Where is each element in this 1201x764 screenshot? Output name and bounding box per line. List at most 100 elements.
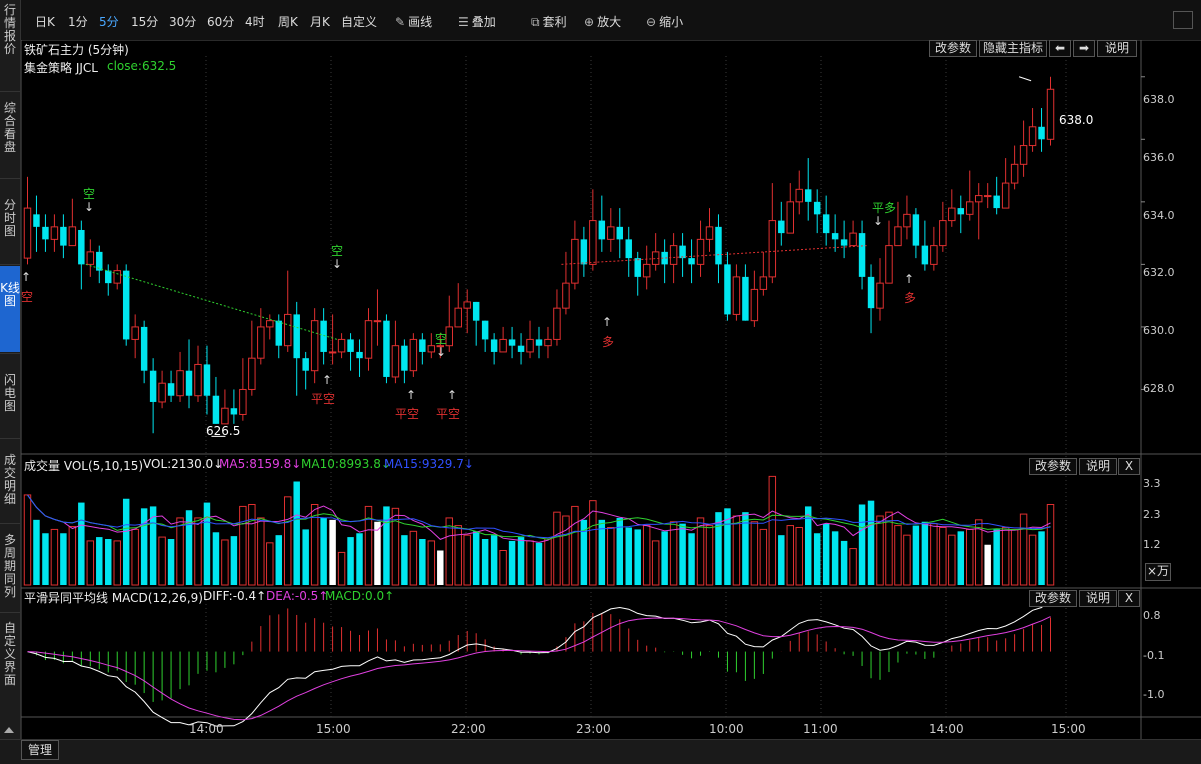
time-axis-label: 15:00 <box>1051 722 1086 736</box>
sidebar-divider <box>0 264 20 265</box>
restore-window-button[interactable] <box>1173 11 1193 29</box>
kline-chart[interactable] <box>21 40 1201 740</box>
volume-bar <box>705 525 714 586</box>
time-axis-label: 14:00 <box>929 722 964 736</box>
period-30min[interactable]: 30分 <box>169 13 196 30</box>
arbitrage-button[interactable]: ⧉ 套利 <box>531 13 567 30</box>
volume-bar <box>778 535 785 585</box>
sidebar-item-timeshare[interactable]: 分时图 <box>0 195 20 255</box>
zoom-out-button[interactable]: ⊖ 缩小 <box>646 13 683 30</box>
time-axis-label: 22:00 <box>451 722 486 736</box>
high-marker-line <box>1018 76 1032 82</box>
candle-body <box>732 276 741 315</box>
period-week[interactable]: 周K <box>278 13 298 30</box>
scroll-up-icon[interactable] <box>4 727 14 733</box>
candle-body <box>679 245 686 259</box>
zoom-in-button[interactable]: ⊕ 放大 <box>584 13 621 30</box>
candle-body <box>472 301 480 321</box>
candle-body <box>822 214 830 234</box>
overlay-button[interactable]: ☰ 叠加 <box>458 13 496 30</box>
signal-arrow-up-icon: ↑ <box>322 373 333 387</box>
candle-body <box>490 339 498 352</box>
volume-bar <box>957 531 965 585</box>
period-1min[interactable]: 1分 <box>68 13 88 30</box>
macd-dea-line <box>27 616 1051 721</box>
volume-bar <box>535 542 543 585</box>
volume-bar <box>642 525 651 586</box>
volume-bar <box>230 536 238 585</box>
sidebar-item-custom[interactable]: 自定义界面 <box>0 618 20 690</box>
candle-body <box>23 207 32 259</box>
main-help-button[interactable]: 说明 <box>1097 40 1137 57</box>
volume-bar <box>257 517 265 586</box>
volume-help-button[interactable]: 说明 <box>1079 458 1117 475</box>
volume-bar <box>437 550 444 585</box>
manage-tab[interactable]: 管理 <box>21 740 59 760</box>
period-4h[interactable]: 4时 <box>245 13 265 30</box>
volume-bar <box>463 534 471 586</box>
period-60min[interactable]: 60分 <box>207 13 234 30</box>
candle-body <box>293 314 300 359</box>
sidebar-divider <box>0 353 20 354</box>
volume-bar <box>42 533 49 585</box>
period-5min[interactable]: 5分 <box>99 13 119 30</box>
volume-params-button[interactable]: 改参数 <box>1029 458 1077 475</box>
candle-body <box>705 226 714 240</box>
draw-line-button[interactable]: ✎ 画线 <box>395 13 432 30</box>
period-custom[interactable]: 自定义 <box>341 13 377 30</box>
period-month[interactable]: 月K <box>310 13 330 30</box>
candle-body <box>373 320 382 323</box>
candle-body <box>310 320 319 372</box>
volume-bar <box>167 539 175 585</box>
volume-unit-label: ×万 <box>1145 563 1171 581</box>
period-day[interactable]: 日K <box>35 13 55 30</box>
volume-bar <box>283 496 292 586</box>
hide-main-indicator-button[interactable]: 隐藏主指标 <box>979 40 1047 57</box>
next-arrow-button[interactable]: ➡ <box>1073 40 1095 57</box>
candle-body <box>481 320 489 340</box>
candle-body <box>669 245 678 265</box>
sidebar-item-kline[interactable]: K线图 <box>0 266 20 352</box>
candle-body <box>831 233 839 240</box>
sidebar-item-multiperiod[interactable]: 多周期同列 <box>0 530 20 612</box>
candle-body <box>957 208 965 215</box>
candle-body <box>1019 145 1028 165</box>
strategy-label: 集金策略 JJCL <box>24 61 98 75</box>
signal-arrow-up-icon: ↑ <box>904 272 915 286</box>
volume-tick: 1.2 <box>1143 538 1161 551</box>
arrow-left-icon: ⬅ <box>1054 41 1066 55</box>
macd-help-button[interactable]: 说明 <box>1079 590 1117 607</box>
macd-close-button[interactable]: X <box>1118 590 1140 607</box>
volume-bar <box>526 540 534 586</box>
candle-body <box>131 326 139 340</box>
volume-bar <box>651 540 660 586</box>
candle-body <box>140 326 148 371</box>
candle-body <box>580 239 588 265</box>
sidebar-divider <box>0 523 20 524</box>
volume-close-button[interactable]: X <box>1118 458 1140 475</box>
prev-arrow-button[interactable]: ⬅ <box>1049 40 1071 57</box>
sidebar-item-overview[interactable]: 综合看盘 <box>0 98 20 176</box>
volume-bar <box>78 502 85 585</box>
candle-body <box>795 188 803 203</box>
candle-body <box>454 307 462 328</box>
period-15min[interactable]: 15分 <box>131 13 158 30</box>
sidebar-item-trades[interactable]: 成交明细 <box>0 450 20 518</box>
toolbar: 日K 1分 5分 15分 30分 60分 4时 周K 月K 自定义 ✎ 画线 ☰ 叠… <box>21 0 1201 41</box>
macd-params-button[interactable]: 改参数 <box>1029 590 1077 607</box>
volume-bar <box>732 515 741 586</box>
volume-tick: 3.3 <box>1143 477 1161 490</box>
candle-body <box>885 245 893 284</box>
candle-body <box>939 220 947 247</box>
macd-value: MACD:0.0↑ <box>325 589 395 603</box>
volume-bar <box>508 540 516 585</box>
zoom-in-label: 放大 <box>597 15 622 29</box>
candle-body <box>1010 163 1019 184</box>
candle-body <box>248 357 256 390</box>
sidebar-item-flash[interactable]: 闪电图 <box>0 370 20 430</box>
volume-bar <box>96 537 103 585</box>
sidebar-item-quotes[interactable]: 行情报价 <box>0 0 20 90</box>
volume-bar <box>517 537 525 585</box>
candle-body <box>275 320 282 346</box>
main-params-button[interactable]: 改参数 <box>929 40 977 57</box>
